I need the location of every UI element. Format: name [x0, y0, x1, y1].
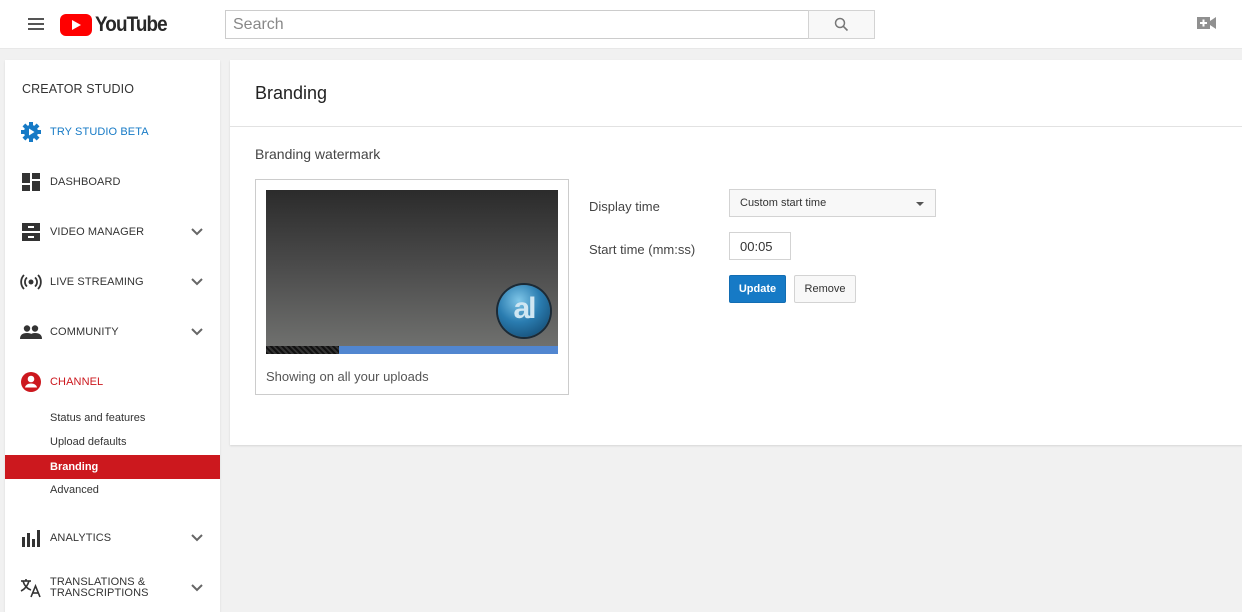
- watermark-text: al: [513, 292, 536, 325]
- live-streaming-icon: [20, 271, 42, 293]
- chevron-down-icon[interactable]: [191, 278, 203, 286]
- sidebar-subitem-branding[interactable]: Branding: [5, 455, 220, 479]
- sidebar-item-label: CHANNEL: [50, 376, 104, 388]
- preview-caption: Showing on all your uploads: [266, 369, 429, 384]
- gear-play-icon: [20, 121, 42, 143]
- sidebar-item-live-streaming[interactable]: LIVE STREAMING: [5, 267, 220, 297]
- progress-bar: [266, 346, 558, 354]
- divider: [230, 126, 1242, 127]
- menu-icon[interactable]: [28, 18, 44, 31]
- sidebar-item-community[interactable]: COMMUNITY: [5, 317, 220, 347]
- translate-icon: [20, 577, 42, 599]
- update-button[interactable]: Update: [729, 275, 786, 303]
- sidebar-item-dashboard[interactable]: DASHBOARD: [5, 167, 220, 197]
- dashboard-icon: [20, 171, 42, 193]
- search-icon: [834, 17, 849, 32]
- remove-button[interactable]: Remove: [794, 275, 856, 303]
- chevron-down-icon[interactable]: [191, 534, 203, 542]
- logo-text: YouTube: [95, 13, 168, 36]
- video-manager-icon: [20, 221, 42, 243]
- sidebar-item-channel[interactable]: CHANNEL: [5, 367, 220, 397]
- caret-down-icon: [916, 202, 924, 206]
- sidebar-subitem-advanced[interactable]: Advanced: [5, 478, 220, 502]
- sidebar-subitem-status-and-features[interactable]: Status and features: [5, 406, 220, 430]
- sidebar: CREATOR STUDIO TRY STUDIO BETA DASHBOARD…: [5, 60, 220, 612]
- sidebar-item-label: TRANSLATIONS & TRANSCRIPTIONS: [50, 577, 149, 599]
- upload-video-icon[interactable]: [1197, 16, 1216, 30]
- label-line-2: TRANSCRIPTIONS: [50, 587, 149, 599]
- sidebar-subitem-upload-defaults[interactable]: Upload defaults: [5, 430, 220, 454]
- page-title: Branding: [255, 83, 328, 103]
- display-time-label: Display time: [589, 199, 660, 214]
- sidebar-item-label: TRY STUDIO BETA: [50, 126, 149, 138]
- channel-icon: [20, 371, 42, 393]
- display-time-value: Custom start time: [740, 197, 827, 209]
- progress-played: [266, 346, 339, 354]
- community-icon: [20, 321, 42, 343]
- chevron-down-icon[interactable]: [191, 328, 203, 336]
- sidebar-item-translations[interactable]: TRANSLATIONS & TRANSCRIPTIONS: [5, 573, 220, 603]
- youtube-play-icon: [60, 14, 92, 36]
- sidebar-item-label: LIVE STREAMING: [50, 276, 144, 288]
- chevron-down-icon[interactable]: [191, 584, 203, 592]
- sidebar-item-video-manager[interactable]: VIDEO MANAGER: [5, 217, 220, 247]
- display-time-select[interactable]: Custom start time: [729, 189, 936, 217]
- search-input[interactable]: [225, 10, 809, 39]
- sidebar-title: CREATOR STUDIO: [22, 82, 135, 96]
- section-title: Branding watermark: [255, 146, 381, 162]
- sidebar-item-label: COMMUNITY: [50, 326, 119, 338]
- sidebar-item-label: DASHBOARD: [50, 176, 121, 188]
- search-button[interactable]: [808, 10, 875, 39]
- sidebar-item-label: VIDEO MANAGER: [50, 226, 145, 238]
- chevron-down-icon[interactable]: [191, 228, 203, 236]
- watermark-preview: al Showing on all your uploads: [255, 179, 569, 395]
- sidebar-item-label: ANALYTICS: [50, 532, 112, 544]
- branding-card: Branding Branding watermark al Showing o…: [230, 60, 1242, 445]
- top-bar: YouTube: [0, 0, 1242, 49]
- analytics-icon: [20, 527, 42, 549]
- start-time-label: Start time (mm:ss): [589, 242, 696, 257]
- sidebar-item-try-studio-beta[interactable]: TRY STUDIO BETA: [5, 117, 220, 147]
- watermark-logo: al: [498, 285, 550, 337]
- sidebar-item-analytics[interactable]: ANALYTICS: [5, 523, 220, 553]
- youtube-logo[interactable]: YouTube: [60, 13, 175, 37]
- start-time-input[interactable]: [729, 232, 791, 260]
- video-preview: al: [266, 190, 558, 346]
